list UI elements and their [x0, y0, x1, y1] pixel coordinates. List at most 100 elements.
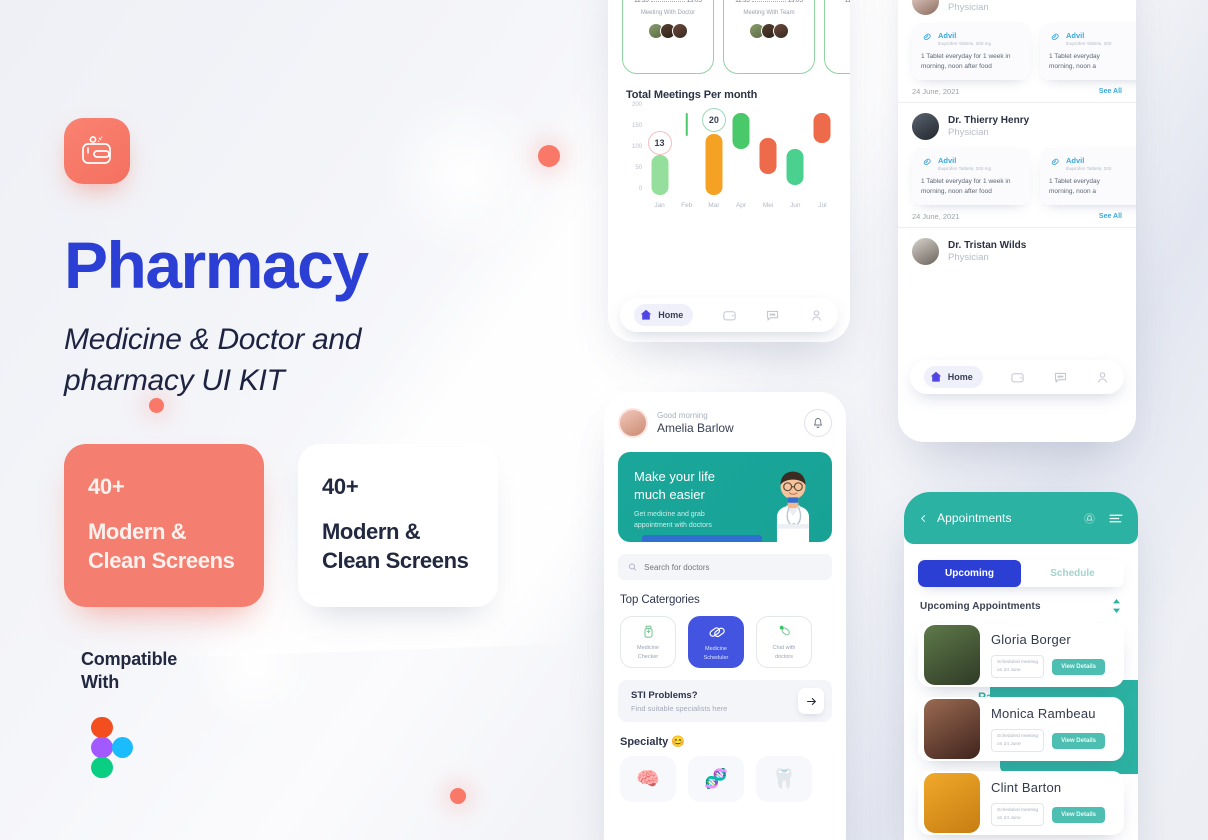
wallet-icon[interactable] [1010, 370, 1025, 385]
prescription-head: Advil Ibuprofen Tablets, 200 mg [921, 31, 1021, 46]
feature-count: 40+ [322, 474, 359, 499]
wallet-medical-icon [82, 136, 111, 164]
appointment-card[interactable]: Gloria Borger Scheduled meeting on 24 Ju… [918, 623, 1124, 687]
card-actions: Scheduled meeting on 24 June View Detail… [991, 655, 1105, 678]
chip-avatar-group [749, 23, 789, 39]
category-medicine-scheduler[interactable]: Medicine Scheduler [688, 616, 744, 668]
prescription-card[interactable]: Advil Ibuprofen Tablets, 200 1 Tablet ev… [1040, 23, 1136, 81]
chevron-left-icon[interactable] [918, 513, 929, 524]
user-icon[interactable] [1095, 370, 1110, 385]
nav-item-home[interactable]: Home [923, 366, 983, 388]
user-avatar[interactable] [618, 408, 648, 438]
promo-desk-strip [642, 535, 762, 542]
menu-icon[interactable] [1108, 512, 1124, 525]
appointments-tabs[interactable]: Upcoming Schedule [918, 560, 1124, 587]
chart-value-badge: 13 [647, 130, 672, 155]
meta-line1: Scheduled meeting [997, 808, 1039, 814]
compatible-with-section: Compatible With [81, 648, 177, 779]
prescription-head: Advil Ibuprofen Tablets, 200 [1049, 156, 1136, 171]
view-details-button[interactable]: View Details [1052, 806, 1105, 823]
appointment-card[interactable]: Clint Barton Scheduled meeting on 24 Jun… [918, 771, 1124, 835]
hero-subtitle-line1: Medicine & Doctor and [64, 323, 362, 356]
specialty-brain[interactable]: 🧠 [620, 756, 676, 802]
decorative-dot [538, 145, 560, 167]
bottom-navigation[interactable]: Home [620, 298, 838, 332]
prescription-card[interactable]: Advil Ibuprofen Tablets, 200 1 Tablet ev… [1040, 148, 1136, 206]
chart-bar [813, 113, 831, 143]
home-header: Good morning Amelia Barlow [604, 392, 846, 438]
medicine-generic: Ibuprofen Tablets, 200 mg [938, 41, 992, 46]
prescription-card[interactable]: Advil Ibuprofen Tablets, 200 mg 1 Tablet… [912, 148, 1030, 206]
chat-icon[interactable] [765, 308, 780, 323]
nav-item-home[interactable]: Home [634, 304, 694, 326]
chart-x-tick: Mar [708, 202, 720, 209]
compatible-title: Compatible With [81, 648, 177, 695]
category-list: Medicine Checker Medicine Scheduler Chat… [604, 606, 846, 668]
see-all-link[interactable]: See All [1099, 88, 1122, 95]
prescription-group: Dr. Alexander Poppins Physician Advil Ib… [898, 0, 1136, 104]
chart-bar [732, 113, 750, 149]
appointment-chip[interactable]: Appointment with Doctor ali 11:35 13:05 … [723, 0, 815, 74]
chip-start-time: 11:35 [634, 0, 649, 4]
prescription-card-list: Advil Ibuprofen Tablets, 200 mg 1 Tablet… [898, 140, 1136, 206]
appointment-chip[interactable]: Appointment with Doctor Ahmad 11:35 13:0… [622, 0, 714, 74]
feature-line2: Clean Screens [88, 547, 235, 573]
chip-avatar-group [648, 23, 688, 39]
prescription-card[interactable]: Advil Ibuprofen Tablets, 200 mg 1 Tablet… [912, 23, 1030, 81]
chat-icon[interactable] [1053, 370, 1068, 385]
patient-name: Clint Barton [991, 780, 1062, 796]
doctor-header: Dr. Tristan Wilds Physician [898, 238, 1136, 266]
category-chat-with-doctors[interactable]: Chat with doctors [756, 616, 812, 668]
card-actions: Scheduled meeting on 24 June View Detail… [991, 803, 1105, 826]
appointment-chip[interactable]: Mobile Me 11:35 Meetin [824, 0, 850, 74]
doctor-header: Dr. Alexander Poppins Physician [898, 0, 1136, 15]
bell-icon[interactable] [1083, 512, 1096, 525]
tab-upcoming[interactable]: Upcoming [918, 560, 1021, 587]
meta-line2: on 24 June [997, 815, 1021, 821]
section-label: Upcoming Appointments [920, 600, 1041, 612]
chart-x-tick: Apr [735, 202, 747, 209]
view-details-button[interactable]: View Details [1052, 658, 1105, 675]
chart-x-tick: Jan [654, 202, 665, 209]
medicine-dosage: 1 Tablet everyday morning, noon a [1049, 177, 1136, 197]
sti-banner[interactable]: STI Problems? Find suitable specialists … [618, 680, 832, 722]
tab-schedule[interactable]: Schedule [1021, 560, 1124, 587]
specialty-dna[interactable]: 🧬 [688, 756, 744, 802]
appointment-chip-time: 11:35 13:05 [735, 0, 803, 4]
category-label: Chat with doctors [773, 644, 796, 661]
capsule-icon [923, 158, 931, 166]
promo-banner[interactable]: Make your life much easier Get medicine … [618, 452, 832, 542]
specialty-tooth[interactable]: 🦷 [756, 756, 812, 802]
promo-title-line2: much easier [634, 486, 705, 502]
figma-red-segment [91, 716, 113, 738]
category-label-line1: Medicine [704, 646, 727, 653]
sti-arrow-button[interactable] [798, 688, 824, 714]
user-icon[interactable] [809, 308, 824, 323]
header-actions [1083, 512, 1124, 525]
appointment-card[interactable]: Monica Rambeau Scheduled meeting on 24 J… [918, 697, 1124, 761]
avatar [773, 23, 789, 39]
wallet-icon[interactable] [722, 308, 737, 323]
notification-button[interactable] [804, 409, 832, 437]
search-bar[interactable] [618, 554, 832, 580]
meeting-meta: Scheduled meeting on 24 June [991, 655, 1045, 678]
medicine-generic: Ibuprofen Tablets, 200 mg [938, 166, 992, 172]
dose-line2: morning, noon a [1049, 188, 1096, 196]
chart-bar [786, 148, 804, 185]
bottom-navigation[interactable]: Home [910, 360, 1124, 394]
search-input[interactable] [644, 562, 822, 572]
see-all-link[interactable]: See All [1099, 213, 1122, 220]
card-actions: Scheduled meeting on 24 June View Detail… [991, 729, 1105, 752]
feature-card-coral: 40+ Modern & Clean Screens [64, 444, 264, 607]
phone-mockup-appointments: Appointments Upcoming Schedule Upcoming … [904, 492, 1138, 840]
dose-line2: morning, noon a [1049, 63, 1096, 71]
doctor-header: Dr. Thierry Henry Physician [898, 113, 1136, 141]
view-details-button[interactable]: View Details [1052, 732, 1105, 749]
avatar [912, 0, 939, 15]
category-medicine-checker[interactable]: Medicine Checker [620, 616, 676, 668]
chart-x-tick: Feb [681, 202, 693, 209]
sort-icon[interactable] [1111, 599, 1122, 613]
doctor-role: Physician [948, 252, 989, 264]
background-glow [190, 600, 320, 730]
chart-y-tick: 0 [638, 186, 642, 192]
